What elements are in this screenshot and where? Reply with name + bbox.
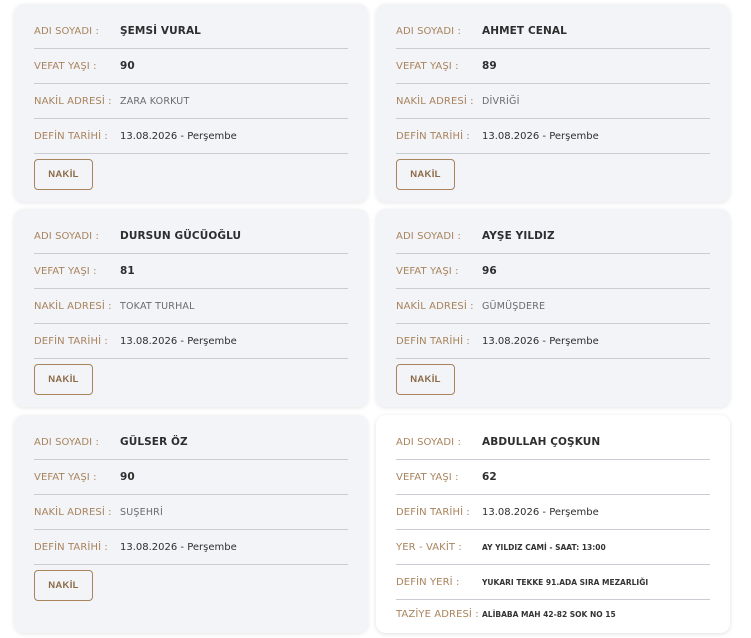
- name-label: ADI SOYADI :: [34, 230, 99, 242]
- address-value: ZARA KORKUT: [120, 95, 190, 107]
- date-label: DEFİN TARİHİ :: [34, 130, 108, 142]
- name-row: ADI SOYADI : ŞEMSİ VURAL: [34, 4, 348, 49]
- place-time-label: YER - VAKİT :: [396, 541, 462, 553]
- funeral-card: ADI SOYADI : ŞEMSİ VURAL VEFAT YAŞI : 90…: [14, 4, 368, 202]
- age-value: 96: [482, 265, 497, 277]
- age-label: VEFAT YAŞI :: [396, 60, 459, 72]
- funeral-list: ADI SOYADI : ŞEMSİ VURAL VEFAT YAŞI : 90…: [0, 0, 751, 638]
- address-row: NAKİL ADRESİ : ZARA KORKUT: [34, 84, 348, 119]
- condolence-row: TAZİYE ADRESİ : ALİBABA MAH 42-82 SOK NO…: [396, 600, 710, 628]
- date-label: DEFİN TARİHİ :: [396, 506, 470, 518]
- age-row: VEFAT YAŞI : 96: [396, 254, 710, 289]
- date-row: DEFİN TARİHİ : 13.08.2026 - Perşembe: [34, 530, 348, 565]
- address-row: NAKİL ADRESİ : GÜMÜŞDERE: [396, 289, 710, 324]
- address-value: DİVRİĞİ: [482, 95, 520, 107]
- age-value: 81: [120, 265, 135, 277]
- nakil-button[interactable]: NAKİL: [34, 159, 93, 190]
- name-value: AYŞE YILDIZ: [482, 230, 555, 242]
- condolence-value: ALİBABA MAH 42-82 SOK NO 15: [482, 609, 616, 619]
- place-time-value: AY YILDIZ CAMİ - SAAT: 13:00: [482, 542, 606, 552]
- name-label: ADI SOYADI :: [396, 230, 461, 242]
- button-wrap: NAKİL: [396, 359, 710, 395]
- address-label: NAKİL ADRESİ :: [34, 95, 112, 107]
- button-wrap: NAKİL: [34, 154, 348, 190]
- name-value: DURSUN GÜCÜOĞLU: [120, 230, 242, 242]
- date-value: 13.08.2026 - Perşembe: [120, 335, 237, 347]
- address-label: NAKİL ADRESİ :: [396, 95, 474, 107]
- age-label: VEFAT YAŞI :: [34, 265, 97, 277]
- date-value: 13.08.2026 - Perşembe: [482, 335, 599, 347]
- date-row: DEFİN TARİHİ : 13.08.2026 - Perşembe: [34, 119, 348, 154]
- address-label: NAKİL ADRESİ :: [396, 300, 474, 312]
- date-row: DEFİN TARİHİ : 13.08.2026 - Perşembe: [396, 119, 710, 154]
- name-value: AHMET CENAL: [482, 25, 567, 37]
- address-row: NAKİL ADRESİ : SUŞEHRİ: [34, 495, 348, 530]
- burial-place-row: DEFİN YERİ : YUKARI TEKKE 91.ADA SIRA ME…: [396, 565, 710, 600]
- name-value: GÜLSER ÖZ: [120, 436, 188, 448]
- date-label: DEFİN TARİHİ :: [34, 335, 108, 347]
- date-label: DEFİN TARİHİ :: [396, 130, 470, 142]
- date-value: 13.08.2026 - Perşembe: [482, 506, 599, 518]
- name-value: ŞEMSİ VURAL: [120, 25, 201, 37]
- name-label: ADI SOYADI :: [34, 25, 99, 37]
- nakil-button[interactable]: NAKİL: [34, 570, 93, 601]
- name-row: ADI SOYADI : AHMET CENAL: [396, 4, 710, 49]
- address-label: NAKİL ADRESİ :: [34, 300, 112, 312]
- name-row: ADI SOYADI : GÜLSER ÖZ: [34, 415, 348, 460]
- name-row: ADI SOYADI : ABDULLAH ÇOŞKUN: [396, 415, 710, 460]
- name-label: ADI SOYADI :: [34, 436, 99, 448]
- date-value: 13.08.2026 - Perşembe: [482, 130, 599, 142]
- funeral-card: ADI SOYADI : AHMET CENAL VEFAT YAŞI : 89…: [376, 4, 730, 202]
- funeral-card: ADI SOYADI : GÜLSER ÖZ VEFAT YAŞI : 90 N…: [14, 415, 368, 633]
- date-value: 13.08.2026 - Perşembe: [120, 130, 237, 142]
- condolence-label: TAZİYE ADRESİ :: [396, 608, 479, 620]
- date-row: DEFİN TARİHİ : 13.08.2026 - Perşembe: [396, 495, 710, 530]
- nakil-button[interactable]: NAKİL: [34, 364, 93, 395]
- age-label: VEFAT YAŞI :: [34, 471, 97, 483]
- address-value: SUŞEHRİ: [120, 506, 163, 518]
- name-row: ADI SOYADI : DURSUN GÜCÜOĞLU: [34, 209, 348, 254]
- button-wrap: NAKİL: [34, 359, 348, 395]
- button-wrap: NAKİL: [34, 565, 348, 601]
- funeral-card: ADI SOYADI : DURSUN GÜCÜOĞLU VEFAT YAŞI …: [14, 209, 368, 407]
- age-label: VEFAT YAŞI :: [34, 60, 97, 72]
- date-row: DEFİN TARİHİ : 13.08.2026 - Perşembe: [396, 324, 710, 359]
- name-row: ADI SOYADI : AYŞE YILDIZ: [396, 209, 710, 254]
- age-label: VEFAT YAŞI :: [396, 471, 459, 483]
- age-row: VEFAT YAŞI : 90: [34, 460, 348, 495]
- date-row: DEFİN TARİHİ : 13.08.2026 - Perşembe: [34, 324, 348, 359]
- nakil-button[interactable]: NAKİL: [396, 364, 455, 395]
- age-row: VEFAT YAŞI : 90: [34, 49, 348, 84]
- place-time-row: YER - VAKİT : AY YILDIZ CAMİ - SAAT: 13:…: [396, 530, 710, 565]
- address-value: GÜMÜŞDERE: [482, 300, 546, 312]
- funeral-detail-card: ADI SOYADI : ABDULLAH ÇOŞKUN VEFAT YAŞI …: [376, 415, 730, 633]
- age-value: 90: [120, 60, 135, 72]
- age-value: 89: [482, 60, 497, 72]
- age-label: VEFAT YAŞI :: [396, 265, 459, 277]
- name-label: ADI SOYADI :: [396, 25, 461, 37]
- age-row: VEFAT YAŞI : 81: [34, 254, 348, 289]
- date-label: DEFİN TARİHİ :: [34, 541, 108, 553]
- name-value: ABDULLAH ÇOŞKUN: [482, 436, 601, 448]
- date-value: 13.08.2026 - Perşembe: [120, 541, 237, 553]
- age-value: 90: [120, 471, 135, 483]
- button-wrap: NAKİL: [396, 154, 710, 190]
- age-value: 62: [482, 471, 497, 483]
- funeral-card: ADI SOYADI : AYŞE YILDIZ VEFAT YAŞI : 96…: [376, 209, 730, 407]
- address-label: NAKİL ADRESİ :: [34, 506, 112, 518]
- address-row: NAKİL ADRESİ : TOKAT TURHAL: [34, 289, 348, 324]
- name-label: ADI SOYADI :: [396, 436, 461, 448]
- burial-place-label: DEFİN YERİ :: [396, 576, 460, 588]
- nakil-button[interactable]: NAKİL: [396, 159, 455, 190]
- date-label: DEFİN TARİHİ :: [396, 335, 470, 347]
- burial-place-value: YUKARI TEKKE 91.ADA SIRA MEZARLIĞI: [482, 577, 649, 587]
- address-row: NAKİL ADRESİ : DİVRİĞİ: [396, 84, 710, 119]
- age-row: VEFAT YAŞI : 62: [396, 460, 710, 495]
- age-row: VEFAT YAŞI : 89: [396, 49, 710, 84]
- address-value: TOKAT TURHAL: [120, 300, 195, 312]
